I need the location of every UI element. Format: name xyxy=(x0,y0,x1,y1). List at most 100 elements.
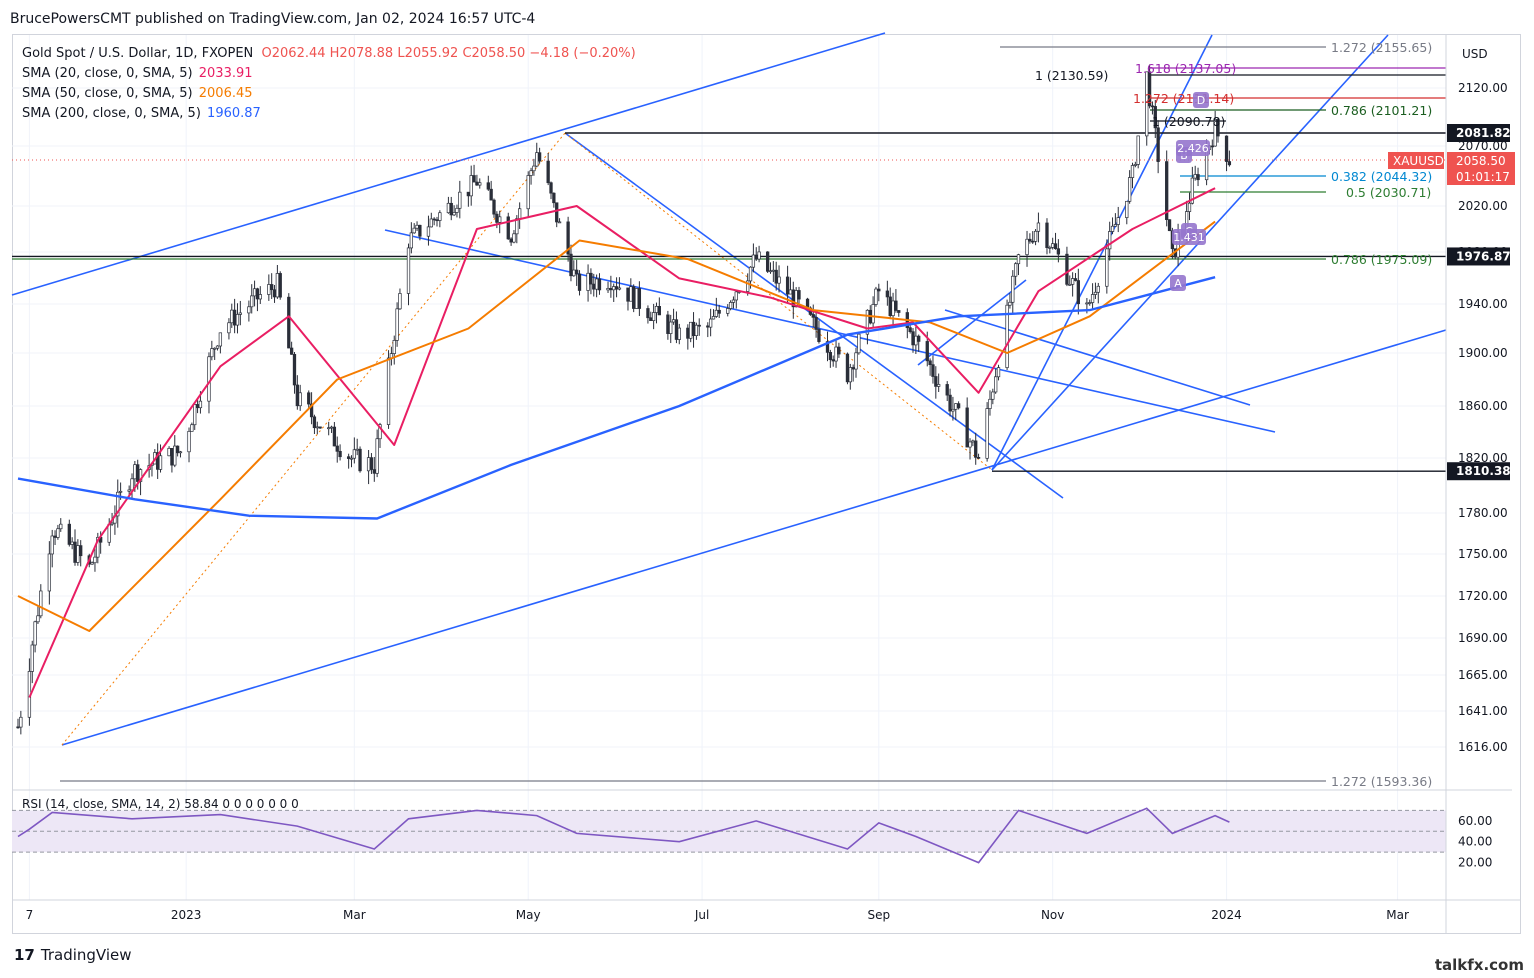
candle-body-242 xyxy=(985,408,989,459)
fib-label-2: 1.618 (2137.05) xyxy=(1135,61,1236,76)
candle-body-158 xyxy=(649,317,653,321)
candle-body-11 xyxy=(59,523,63,530)
last-price: 2058.50 xyxy=(1456,154,1506,168)
candle-body-236 xyxy=(956,403,961,409)
candle-body-133 xyxy=(549,182,553,194)
candle-body-43 xyxy=(190,424,194,432)
candle-body-271 xyxy=(1096,285,1100,293)
candle-body-155 xyxy=(634,288,639,309)
candle-body-293 xyxy=(1187,202,1192,212)
candle-body-157 xyxy=(646,308,650,319)
x-tick-label-4: Jul xyxy=(694,908,709,922)
y-tick-label-8: 1860.00 xyxy=(1458,399,1508,413)
candle-body-126 xyxy=(518,208,522,220)
candle-body-40 xyxy=(175,445,180,454)
candle-body-56 xyxy=(238,312,242,315)
price-chart[interactable]: 1616.001641.001665.001690.001720.001750.… xyxy=(0,0,1534,978)
y-tick-label-0: 1616.00 xyxy=(1458,740,1508,754)
candle-body-71 xyxy=(298,392,302,407)
sma-line-1 xyxy=(28,187,1216,698)
pattern-label-5: 1.431 xyxy=(1173,231,1205,244)
candle-body-134 xyxy=(552,192,556,204)
candle-body-216 xyxy=(877,288,881,292)
candle-body-9 xyxy=(53,535,57,538)
candle-body-48 xyxy=(210,348,214,358)
candle-body-18 xyxy=(90,562,94,565)
candle-body-233 xyxy=(948,394,952,412)
candle-body-272 xyxy=(1105,248,1109,287)
y-tick-label-9: 1900.00 xyxy=(1458,346,1508,360)
candle-body-253 xyxy=(1028,238,1032,242)
candle-body-176 xyxy=(717,309,721,314)
candle-body-175 xyxy=(714,309,718,317)
candle-body-39 xyxy=(173,445,177,466)
candle-body-1 xyxy=(19,716,23,728)
x-tick-label-7: 2024 xyxy=(1211,908,1242,922)
x-tick-label-2: Mar xyxy=(343,908,366,922)
candle-body-277 xyxy=(1125,200,1129,218)
tradingview-brand: TradingView xyxy=(40,946,132,964)
candle-body-72 xyxy=(307,392,311,405)
y-tick-label-12: 2020.00 xyxy=(1458,199,1508,213)
watermark: talkfx.com xyxy=(1434,956,1524,974)
candle-body-69 xyxy=(292,353,297,386)
candle-body-231 xyxy=(937,384,941,387)
candle-body-245 xyxy=(994,376,998,393)
candle-body-88 xyxy=(369,457,374,470)
candle-body-284 xyxy=(1150,105,1155,108)
x-tick-label-5: Sep xyxy=(867,908,890,922)
candle-body-227 xyxy=(925,341,929,362)
candle-body-167 xyxy=(686,327,690,339)
candle-body-267 xyxy=(1085,302,1089,305)
candle-body-223 xyxy=(908,327,912,333)
moving-averages xyxy=(17,187,1216,698)
candle-body-187 xyxy=(765,251,770,272)
candle-body-143 xyxy=(589,272,593,285)
candle-body-273 xyxy=(1108,231,1112,250)
candle-body-168 xyxy=(689,321,693,339)
candle-body-232 xyxy=(945,384,949,396)
candle-body-104 xyxy=(432,218,436,221)
candle-body-153 xyxy=(629,286,633,302)
candle-body-174 xyxy=(711,316,716,320)
candle-body-123 xyxy=(509,238,513,243)
candle-body-117 xyxy=(486,182,490,190)
y-tick-label-1: 1641.00 xyxy=(1458,704,1508,718)
candle-body-138 xyxy=(569,253,573,277)
candle-body-162 xyxy=(666,314,670,334)
candle-body-80 xyxy=(335,445,339,452)
candle-body-263 xyxy=(1068,283,1072,286)
trendline-7 xyxy=(944,309,1251,406)
candle-body-246 xyxy=(996,367,1001,378)
candle-body-30 xyxy=(136,464,140,482)
candle-body-68 xyxy=(289,347,294,355)
candle-body-81 xyxy=(338,450,342,458)
candles xyxy=(16,64,1232,735)
candle-body-14 xyxy=(73,541,77,563)
y-tick-label-10: 1940.00 xyxy=(1458,297,1508,311)
candle-body-256 xyxy=(1036,222,1041,232)
candle-body-196 xyxy=(797,290,801,300)
candle-body-261 xyxy=(1056,248,1061,255)
candle-body-96 xyxy=(398,293,402,310)
y-tick-label-6: 1780.00 xyxy=(1458,506,1508,520)
currency-label[interactable]: USD xyxy=(1462,47,1488,61)
candle-body-257 xyxy=(1045,222,1049,248)
annotation-labels: 1.272 (2155.65) 1 (2130.59) 1.618 (2137.05… xyxy=(1035,40,1432,789)
candle-body-6 xyxy=(39,590,43,617)
candle-body-8 xyxy=(50,535,54,555)
candle-body-58 xyxy=(250,295,254,308)
candle-body-79 xyxy=(332,426,337,447)
time-axis[interactable]: 7 2023 Mar May Jul Sep Nov 2024 Mar xyxy=(12,899,1521,922)
candle-body-113 xyxy=(469,175,473,197)
candle-body-50 xyxy=(215,345,220,349)
candle-body-144 xyxy=(592,283,596,290)
candle-body-229 xyxy=(931,364,935,377)
candle-body-193 xyxy=(788,289,793,295)
candle-body-237 xyxy=(965,407,969,448)
candle-body-275 xyxy=(1113,224,1118,227)
candle-body-110 xyxy=(455,207,459,213)
candle-body-219 xyxy=(891,300,895,317)
fib-label-8: 0.786 (1975.09) xyxy=(1331,252,1432,267)
candle-body-42 xyxy=(187,430,191,453)
